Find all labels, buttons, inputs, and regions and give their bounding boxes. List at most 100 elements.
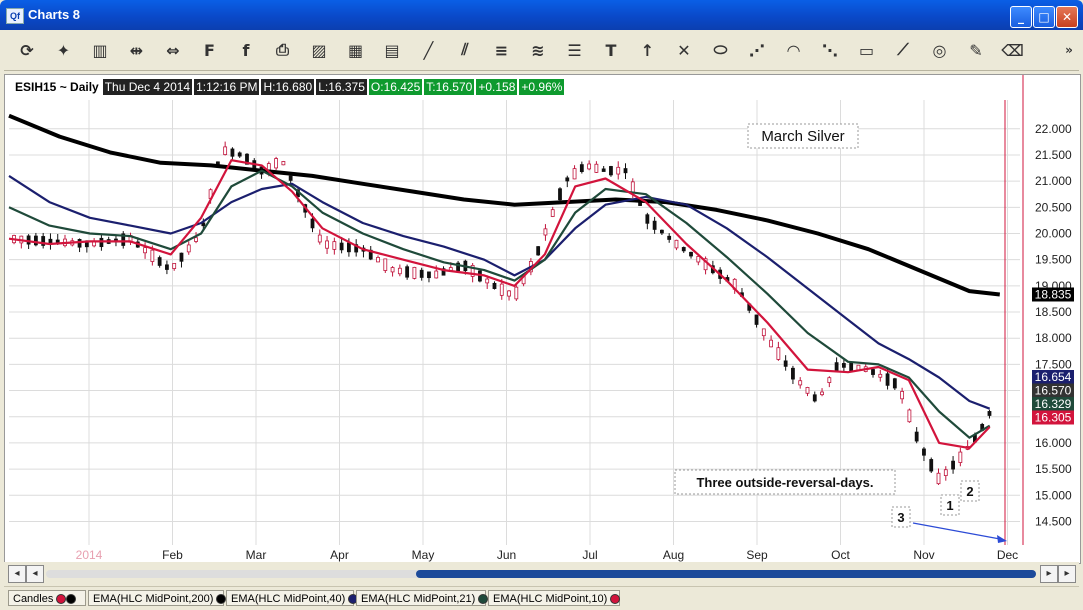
y-tick-label: 18.500 [1035, 305, 1072, 319]
candle-body [317, 234, 322, 243]
channel-icon[interactable]: ≋ [523, 34, 553, 66]
horizontal-lines-icon[interactable]: ≡ [487, 34, 517, 66]
y-tick-label: 15.000 [1035, 488, 1072, 502]
spreadsheet-icon[interactable]: ▦ [341, 34, 371, 66]
candle-body [230, 148, 235, 157]
candle-body [237, 152, 242, 157]
text-tool-icon[interactable]: T [596, 34, 626, 66]
x-tick-label: Mar [246, 548, 267, 562]
candle-body [841, 363, 846, 368]
toolbar-more-button[interactable]: » [1054, 34, 1083, 66]
marker-label: 3 [897, 510, 904, 525]
title-bar[interactable]: Qf Charts 8 _ □ ✕ [0, 0, 1083, 30]
window-title: Charts 8 [28, 7, 81, 22]
candle-body [565, 177, 570, 182]
cursor-arrows-icon[interactable]: ⇹ [122, 34, 152, 66]
y-tick-label: 18.000 [1035, 331, 1072, 345]
candle-body [987, 411, 992, 416]
candle-body [674, 239, 679, 249]
color-dot-icon [216, 594, 227, 605]
last-value-label: 18.835 [1035, 287, 1072, 301]
legend-candles[interactable]: Candles [8, 590, 86, 606]
rectangle-icon[interactable]: ▭ [852, 34, 882, 66]
candle-body [288, 175, 293, 181]
maximize-button[interactable]: □ [1033, 6, 1055, 28]
scroll-far-right-button[interactable]: ▸ [1058, 565, 1076, 583]
color-dot-icon [478, 594, 489, 605]
price-chart[interactable]: 22.00021.50021.00020.50020.00019.50019.0… [5, 75, 1080, 563]
candle-body [281, 161, 286, 166]
font-f-icon[interactable]: F [195, 34, 225, 66]
candle-body [878, 373, 883, 378]
scroll-far-left-button[interactable]: ◂ [8, 565, 26, 583]
x-tick-label: 2014 [76, 548, 103, 562]
candle-body [754, 314, 759, 325]
arrow-up-icon[interactable]: ↑ [633, 34, 663, 66]
legend-ema21[interactable]: EMA(HLC MidPoint,21) [356, 590, 489, 606]
scrollbar-thumb[interactable] [416, 570, 1036, 578]
scrollbar-track[interactable] [46, 570, 1036, 578]
color-dot-icon [66, 594, 77, 605]
x-tick-label: Aug [663, 548, 684, 562]
picture-icon[interactable]: ▨ [304, 34, 334, 66]
candle-body [696, 256, 701, 263]
scroll-right-button[interactable]: ▸ [1040, 565, 1058, 583]
parallel-lines-icon[interactable]: ⫽ [450, 34, 480, 66]
chart-type-icon[interactable]: ▥ [85, 34, 115, 66]
y-tick-label: 14.500 [1035, 514, 1072, 528]
candle-body [892, 378, 897, 389]
candle-body [325, 240, 329, 249]
candle-body [485, 278, 490, 284]
circles-icon[interactable]: ◎ [925, 34, 955, 66]
ellipse-icon[interactable]: ⬭ [706, 34, 736, 66]
crosshair-icon[interactable]: ✕ [669, 34, 699, 66]
refresh-icon[interactable]: ⟳ [12, 34, 42, 66]
candle-body [165, 264, 169, 270]
candle-body [623, 168, 628, 174]
candle-body [427, 271, 431, 279]
x-tick-label: Nov [913, 548, 934, 562]
candle-body [339, 242, 344, 251]
candle-body [274, 158, 279, 169]
fan-icon[interactable]: ⋰ [742, 34, 772, 66]
candle-body [594, 163, 599, 173]
report-icon[interactable]: ▤ [377, 34, 407, 66]
fib-lines-icon[interactable]: ☰ [560, 34, 590, 66]
speed-lines-icon[interactable]: ⟋ [888, 34, 918, 66]
marker-label: 1 [946, 498, 953, 513]
candle-body [157, 257, 162, 266]
font-f-small-icon[interactable]: f [231, 34, 261, 66]
x-tick-label: Jul [582, 548, 597, 562]
chart-area[interactable]: ESIH15 ~ Daily Thu Dec 4 2014 1:12:16 PM… [4, 74, 1081, 564]
color-dot-icon [56, 594, 67, 605]
print-icon[interactable]: ⎙ [268, 34, 298, 66]
app-icon: Qf [6, 8, 24, 24]
candle-body [834, 362, 839, 372]
eraser-icon[interactable]: ⌫ [998, 34, 1028, 66]
magic-icon[interactable]: ✦ [49, 34, 79, 66]
gann-fan-icon[interactable]: ⋱ [815, 34, 845, 66]
candle-body [390, 267, 395, 273]
arc-icon[interactable]: ◠ [779, 34, 809, 66]
candle-body [33, 235, 38, 246]
y-tick-label: 19.500 [1035, 253, 1072, 267]
candle-body [914, 431, 919, 442]
legend-ema40[interactable]: EMA(HLC MidPoint,40) [226, 590, 359, 606]
candle-body [761, 328, 766, 337]
candle-body [652, 220, 657, 230]
candle-body [601, 168, 606, 172]
line-icon[interactable]: ╱ [414, 34, 444, 66]
highlighter-icon[interactable]: ✎ [961, 34, 991, 66]
close-button[interactable]: ✕ [1056, 6, 1078, 28]
candle-body [929, 459, 934, 472]
chart-title: March Silver [761, 128, 844, 145]
legend-ema10[interactable]: EMA(HLC MidPoint,10) [488, 590, 621, 606]
legend-ema200[interactable]: EMA(HLC MidPoint,200) [88, 590, 227, 606]
candle-body [179, 252, 184, 262]
scroll-left-button[interactable]: ◂ [26, 565, 44, 583]
candle-body [550, 209, 555, 217]
expand-arrows-icon[interactable]: ⇔ [158, 34, 188, 66]
x-tick-label: Sep [746, 548, 768, 562]
minimize-button[interactable]: _ [1010, 6, 1032, 28]
candle-body [616, 166, 621, 175]
